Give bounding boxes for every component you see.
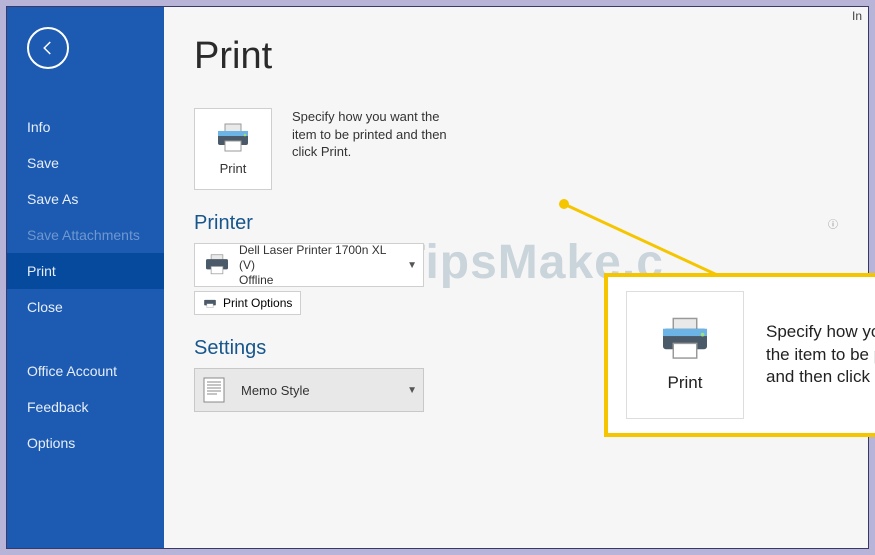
printer-dropdown[interactable]: Dell Laser Printer 1700n XL (V) Offline … — [194, 243, 424, 287]
sidebar-item-close[interactable]: Close — [7, 289, 164, 325]
print-description: Specify how you want the item to be prin… — [292, 108, 452, 161]
sidebar-item-save-as[interactable]: Save As — [7, 181, 164, 217]
sidebar-item-options[interactable]: Options — [7, 425, 164, 461]
callout-print-label: Print — [668, 373, 703, 393]
printer-icon — [203, 254, 231, 276]
printer-icon — [658, 317, 712, 361]
printer-text: Dell Laser Printer 1700n XL (V) Offline — [239, 243, 399, 288]
sidebar-item-print[interactable]: Print — [7, 253, 164, 289]
back-button[interactable] — [27, 27, 69, 69]
sidebar-item-info[interactable]: Info — [7, 109, 164, 145]
sidebar-item-office-account[interactable]: Office Account — [7, 353, 164, 389]
printer-section-title: Printer ⓘ — [194, 212, 838, 235]
page-title: Print — [194, 35, 838, 78]
print-options-button[interactable]: Print Options — [194, 291, 301, 315]
callout-text: Specify how you want the item to be prin… — [766, 321, 875, 390]
printer-small-icon — [203, 297, 217, 309]
sidebar-item-feedback[interactable]: Feedback — [7, 389, 164, 425]
memo-icon — [203, 377, 225, 403]
sidebar-item-save[interactable]: Save — [7, 145, 164, 181]
backstage-sidebar: Info Save Save As Save Attachments Print… — [7, 7, 164, 548]
sidebar-item-save-attachments: Save Attachments — [7, 217, 164, 253]
print-button-label: Print — [220, 161, 247, 176]
print-button[interactable]: Print — [194, 108, 272, 190]
callout-print-tile[interactable]: Print — [626, 291, 744, 419]
top-right-label: In — [852, 9, 862, 23]
callout-box: Print Specify how you want the item to b… — [604, 273, 875, 437]
print-page: In TipsMake.c Print Print Specify how yo… — [164, 7, 868, 548]
chevron-down-icon: ▼ — [407, 385, 417, 396]
printer-icon — [215, 123, 251, 153]
arrow-left-icon — [39, 39, 57, 57]
info-icon[interactable]: ⓘ — [828, 216, 838, 231]
chevron-down-icon: ▼ — [407, 260, 417, 271]
style-dropdown[interactable]: Memo Style ▼ — [194, 368, 424, 412]
style-label: Memo Style — [241, 383, 391, 398]
